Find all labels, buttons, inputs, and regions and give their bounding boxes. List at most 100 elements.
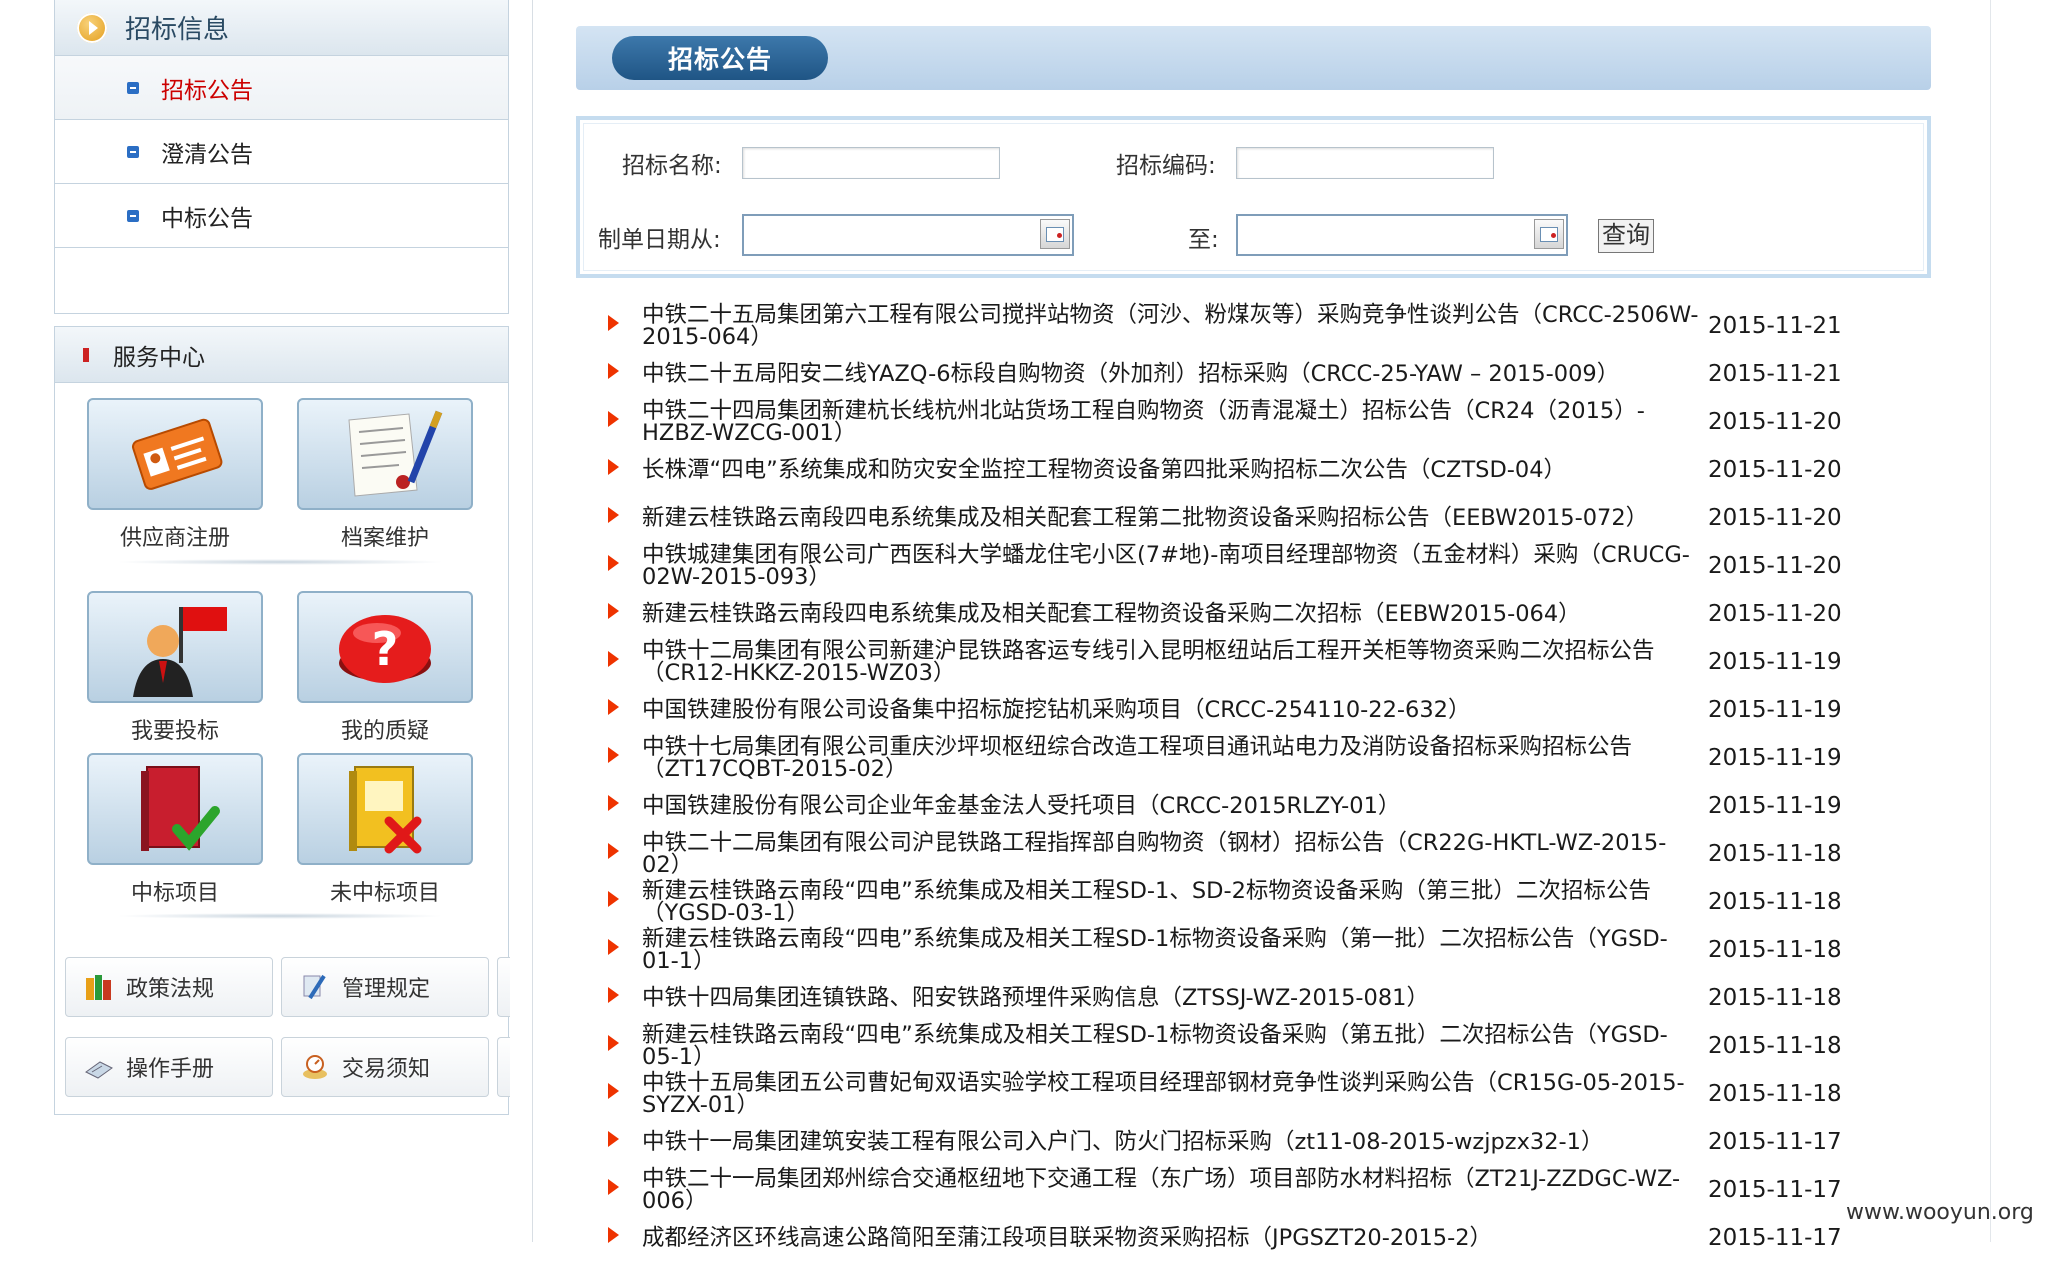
arrow-right-icon <box>608 1131 619 1147</box>
notice-row[interactable]: 中铁十四局集团连镇铁路、阳安铁路预埋件采购信息（ZTSSJ-WZ-2015-08… <box>600 974 1930 1022</box>
notice-row[interactable]: 中铁十二局集团有限公司新建沪昆铁路客运专线引入昆明枢纽站后工程开关柜等物资采购二… <box>600 638 1930 686</box>
link-more-2[interactable] <box>497 1037 510 1097</box>
service-center-panel: 服务中心 供应商注册 档案维护 我要投标 ? 我的质疑 中标项目 未中标项目 政… <box>54 326 510 1115</box>
notice-row[interactable]: 新建云桂铁路云南段“四电”系统集成及相关工程SD-1、SD-2标物资设备采购（第… <box>600 878 1930 926</box>
notice-date: 2015-11-17 <box>1708 1225 1842 1251</box>
service-label: 档案维护 <box>340 526 429 551</box>
arrow-right-icon <box>608 555 619 571</box>
notice-title-link[interactable]: 新建云桂铁路云南段“四电”系统集成及相关工程SD-1标物资设备采购（第一批）二次… <box>642 928 1702 973</box>
notice-title-link[interactable]: 中铁二十五局集团第六工程有限公司搅拌站物资（河沙、粉煤灰等）采购竞争性谈判公告（… <box>642 304 1702 349</box>
arrow-right-icon <box>608 1227 619 1243</box>
sidebar-item-label: 中标公告 <box>161 205 253 232</box>
play-circle-icon <box>77 12 107 43</box>
notice-title-link[interactable]: 中铁二十五局阳安二线YAZQ-6标段自购物资（外加剂）招标采购（CRCC-25-… <box>642 363 1702 386</box>
date-from-field[interactable] <box>742 214 1074 256</box>
person-flag-icon <box>87 591 263 703</box>
service-archive-maintain[interactable]: 档案维护 <box>297 398 473 552</box>
link-more-1[interactable] <box>497 957 510 1017</box>
date-from-label: 制单日期从: <box>598 227 721 253</box>
service-lost-projects[interactable]: 未中标项目 <box>297 753 473 907</box>
notice-title-link[interactable]: 中铁二十一局集团郑州综合交通枢纽地下交通工程（东广场）项目部防水材料招标（ZT2… <box>642 1168 1702 1213</box>
red-bar-icon <box>83 347 89 362</box>
notice-row[interactable]: 中铁二十五局集团第六工程有限公司搅拌站物资（河沙、粉煤灰等）采购竞争性谈判公告（… <box>600 302 1930 350</box>
notice-row[interactable]: 新建云桂铁路云南段“四电”系统集成及相关工程SD-1标物资设备采购（第一批）二次… <box>600 926 1930 974</box>
arrow-right-icon <box>608 651 619 667</box>
book-check-icon <box>87 753 263 865</box>
arrow-right-icon <box>608 1035 619 1051</box>
tender-name-input[interactable] <box>742 147 1000 179</box>
notice-date: 2015-11-19 <box>1708 649 1842 675</box>
arrow-right-icon <box>608 1179 619 1195</box>
notice-row[interactable]: 中铁二十五局阳安二线YAZQ-6标段自购物资（外加剂）招标采购（CRCC-25-… <box>600 350 1930 398</box>
notice-title-link[interactable]: 中铁十四局集团连镇铁路、阳安铁路预埋件采购信息（ZTSSJ-WZ-2015-08… <box>642 987 1702 1010</box>
notice-row[interactable]: 中国铁建股份有限公司企业年金基金法人受托项目（CRCC-2015RLZY-01）… <box>600 782 1930 830</box>
link-trading-notice[interactable]: 交易须知 <box>281 1037 489 1097</box>
notice-row[interactable]: 新建云桂铁路云南段四电系统集成及相关配套工程物资设备采购二次招标（EEBW201… <box>600 590 1930 638</box>
left-sidebar: 招标信息 招标公告 澄清公告 中标公告 服务中心 供应商注册 档案维护 我要投标… <box>54 0 510 1115</box>
bidding-info-header: 招标信息 <box>55 0 508 56</box>
notice-row[interactable]: 中铁城建集团有限公司广西医科大学蟠龙住宅小区(7#地)-南项目经理部物资（五金材… <box>600 542 1930 590</box>
notice-row[interactable]: 中铁十七局集团有限公司重庆沙坪坝枢纽综合改造工程项目通讯站电力及消防设备招标采购… <box>600 734 1930 782</box>
arrow-right-icon <box>608 795 619 811</box>
service-my-challenge[interactable]: ? 我的质疑 <box>297 591 473 745</box>
sidebar-item-award-notice[interactable]: 中标公告 <box>55 184 508 248</box>
notice-title-link[interactable]: 新建云桂铁路云南段“四电”系统集成及相关工程SD-1标物资设备采购（第五批）二次… <box>642 1024 1702 1069</box>
service-won-projects[interactable]: 中标项目 <box>87 753 263 907</box>
sidebar-item-clarification-notice[interactable]: 澄清公告 <box>55 120 508 184</box>
link-label: 政策法规 <box>126 977 215 1002</box>
service-grid: 供应商注册 档案维护 我要投标 ? 我的质疑 中标项目 未中标项目 政策法规 管… <box>55 383 510 1098</box>
arrow-right-icon <box>608 843 619 859</box>
bullet-square-icon <box>127 145 139 158</box>
notice-title-link[interactable]: 中铁十五局集团五公司曹妃甸双语实验学校工程项目经理部钢材竞争性谈判采购公告（CR… <box>642 1072 1702 1117</box>
notice-row[interactable]: 中铁十五局集团五公司曹妃甸双语实验学校工程项目经理部钢材竞争性谈判采购公告（CR… <box>600 1070 1930 1118</box>
notice-row[interactable]: 新建云桂铁路云南段四电系统集成及相关配套工程第二批物资设备采购招标公告（EEBW… <box>600 494 1930 542</box>
notice-title-link[interactable]: 中铁十七局集团有限公司重庆沙坪坝枢纽综合改造工程项目通讯站电力及消防设备招标采购… <box>642 736 1702 781</box>
tender-code-input[interactable] <box>1236 147 1494 179</box>
service-center-title: 服务中心 <box>113 344 205 371</box>
notice-row[interactable]: 中铁十一局集团建筑安装工程有限公司入户门、防火门招标采购（zt11-08-201… <box>600 1118 1930 1166</box>
notice-date: 2015-11-18 <box>1708 841 1842 867</box>
link-label: 管理规定 <box>342 977 431 1002</box>
arrow-right-icon <box>608 459 619 475</box>
notice-row[interactable]: 成都经济区环线高速公路简阳至蒲江段项目联采物资采购招标（JPGSZT20-201… <box>600 1214 1930 1262</box>
notice-title-link[interactable]: 中国铁建股份有限公司企业年金基金法人受托项目（CRCC-2015RLZY-01） <box>642 795 1702 818</box>
bidding-info-panel: 招标信息 招标公告 澄清公告 中标公告 <box>54 0 509 314</box>
arrow-right-icon <box>608 603 619 619</box>
notice-title-link[interactable]: 中铁十一局集团建筑安装工程有限公司入户门、防火门招标采购（zt11-08-201… <box>642 1131 1702 1154</box>
service-submit-bid[interactable]: 我要投标 <box>87 591 263 745</box>
notice-row[interactable]: 中铁二十一局集团郑州综合交通枢纽地下交通工程（东广场）项目部防水材料招标（ZT2… <box>600 1166 1930 1214</box>
notice-row[interactable]: 中铁二十四局集团新建杭长线杭州北站货场工程自购物资（沥青混凝土）招标公告（CR2… <box>600 398 1930 446</box>
link-policy-regulations[interactable]: 政策法规 <box>65 957 273 1017</box>
notice-title-link[interactable]: 中铁二十二局集团有限公司沪昆铁路工程指挥部自购物资（钢材）招标公告（CR22G-… <box>642 832 1702 877</box>
notice-title-link[interactable]: 中铁二十四局集团新建杭长线杭州北站货场工程自购物资（沥青混凝土）招标公告（CR2… <box>642 400 1702 445</box>
service-label: 供应商注册 <box>119 526 230 551</box>
notice-date: 2015-11-19 <box>1708 793 1842 819</box>
sidebar-item-tender-notice[interactable]: 招标公告 <box>55 56 508 120</box>
notice-row[interactable]: 中铁二十二局集团有限公司沪昆铁路工程指挥部自购物资（钢材）招标公告（CR22G-… <box>600 830 1930 878</box>
notice-date: 2015-11-17 <box>1708 1177 1842 1203</box>
date-to-field[interactable] <box>1236 214 1568 256</box>
notice-title-link[interactable]: 中铁十二局集团有限公司新建沪昆铁路客运专线引入昆明枢纽站后工程开关柜等物资采购二… <box>642 640 1702 685</box>
notice-title-link[interactable]: 中国铁建股份有限公司设备集中招标旋挖钻机采购项目（CRCC-254110-22-… <box>642 699 1702 722</box>
notice-title-link[interactable]: 新建云桂铁路云南段四电系统集成及相关配套工程物资设备采购二次招标（EEBW201… <box>642 603 1702 626</box>
notice-title-link[interactable]: 成都经济区环线高速公路简阳至蒲江段项目联采物资采购招标（JPGSZT20-201… <box>642 1227 1702 1250</box>
link-management-rules[interactable]: 管理规定 <box>281 957 489 1017</box>
notice-row[interactable]: 新建云桂铁路云南段“四电”系统集成及相关工程SD-1标物资设备采购（第五批）二次… <box>600 1022 1930 1070</box>
calendar-icon[interactable] <box>1534 219 1564 249</box>
notice-row[interactable]: 中国铁建股份有限公司设备集中招标旋挖钻机采购项目（CRCC-254110-22-… <box>600 686 1930 734</box>
notice-title-link[interactable]: 长株潭“四电”系统集成和防灾安全监控工程物资设备第四批采购招标二次公告（CZTS… <box>642 459 1702 482</box>
notice-title-link[interactable]: 中铁城建集团有限公司广西医科大学蟠龙住宅小区(7#地)-南项目经理部物资（五金材… <box>642 544 1702 589</box>
notice-date: 2015-11-18 <box>1708 1081 1842 1107</box>
calendar-icon[interactable] <box>1040 219 1070 249</box>
books-icon <box>86 975 111 1000</box>
service-supplier-register[interactable]: 供应商注册 <box>87 398 263 552</box>
date-to-label: 至: <box>1188 227 1219 253</box>
link-operation-manual[interactable]: 操作手册 <box>65 1037 273 1097</box>
notice-row[interactable]: 长株潭“四电”系统集成和防灾安全监控工程物资设备第四批采购招标二次公告（CZTS… <box>600 446 1930 494</box>
tender-name-label: 招标名称: <box>622 153 722 179</box>
document-pen-icon <box>297 398 473 510</box>
notice-title-link[interactable]: 新建云桂铁路云南段四电系统集成及相关配套工程第二批物资设备采购招标公告（EEBW… <box>642 507 1702 530</box>
notice-title-link[interactable]: 新建云桂铁路云南段“四电”系统集成及相关工程SD-1、SD-2标物资设备采购（第… <box>642 880 1702 925</box>
service-label: 我要投标 <box>130 719 219 744</box>
query-button[interactable]: 查询 <box>1598 219 1654 253</box>
